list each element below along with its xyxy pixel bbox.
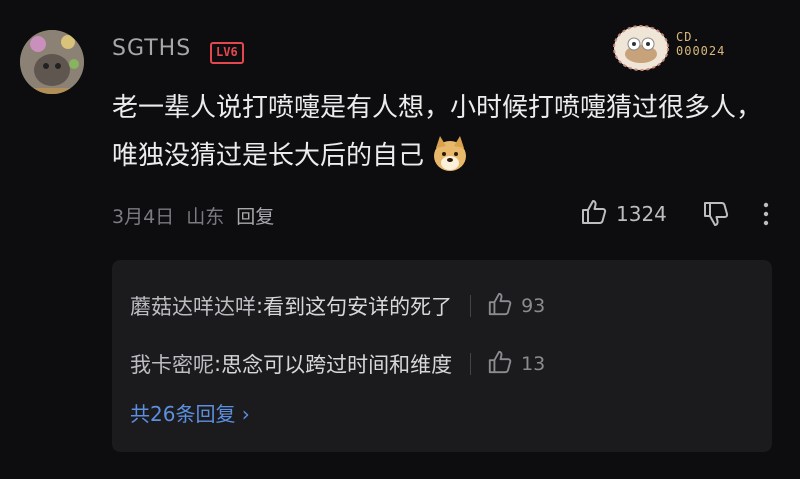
level-badge: LV6	[210, 42, 244, 64]
reply-button[interactable]: 回复	[236, 206, 274, 228]
fan-badge-icon[interactable]	[612, 20, 670, 72]
reply-colon: :	[256, 294, 264, 318]
dislike-button[interactable]	[702, 200, 730, 232]
thumbs-up-icon	[580, 198, 608, 230]
reply-like-count: 13	[521, 353, 546, 375]
thumbs-up-icon[interactable]	[487, 291, 513, 322]
doge-emoji-icon	[430, 134, 470, 174]
reply-colon: :	[214, 352, 222, 376]
comment-meta: 3月4日 山东 回复	[112, 202, 286, 229]
thumbs-up-icon[interactable]	[487, 349, 513, 380]
reply-text: 看到这句安详的死了	[263, 295, 453, 319]
view-all-replies-link[interactable]: 共26条回复 ›	[130, 398, 250, 427]
avatar[interactable]	[20, 30, 84, 94]
reply-like-count: 93	[521, 295, 546, 317]
comment-date: 3月4日	[112, 206, 175, 228]
comment-text: 老一辈人说打喷嚏是有人想，小时候打喷嚏猜过很多人，唯独没猜过是长大后的自己	[112, 84, 772, 180]
reply-text: 思念可以跨过时间和维度	[221, 353, 453, 377]
divider	[470, 295, 472, 317]
thumbs-down-icon	[702, 202, 730, 232]
divider	[470, 353, 472, 375]
reply-author[interactable]: 蘑菇达咩达咩	[130, 291, 256, 321]
reply-author[interactable]: 我卡密呢	[130, 349, 214, 379]
like-count: 1324	[616, 202, 667, 226]
reply-preview-box: 蘑菇达咩达咩: 看到这句安详的死了 93 我卡密呢: 思念可以跨过时间和维度 1…	[112, 260, 772, 452]
comment-location: 山东	[186, 206, 225, 228]
more-options-button[interactable]	[760, 200, 772, 232]
reply-item[interactable]: 我卡密呢: 思念可以跨过时间和维度 13	[130, 344, 545, 384]
reply-item[interactable]: 蘑菇达咩达咩: 看到这句安详的死了 93	[130, 286, 545, 326]
more-vertical-icon	[760, 202, 772, 232]
username[interactable]: SGTHS	[112, 36, 191, 61]
like-button[interactable]: 1324	[580, 198, 667, 230]
fan-badge-number: CD. 000024	[676, 30, 726, 58]
